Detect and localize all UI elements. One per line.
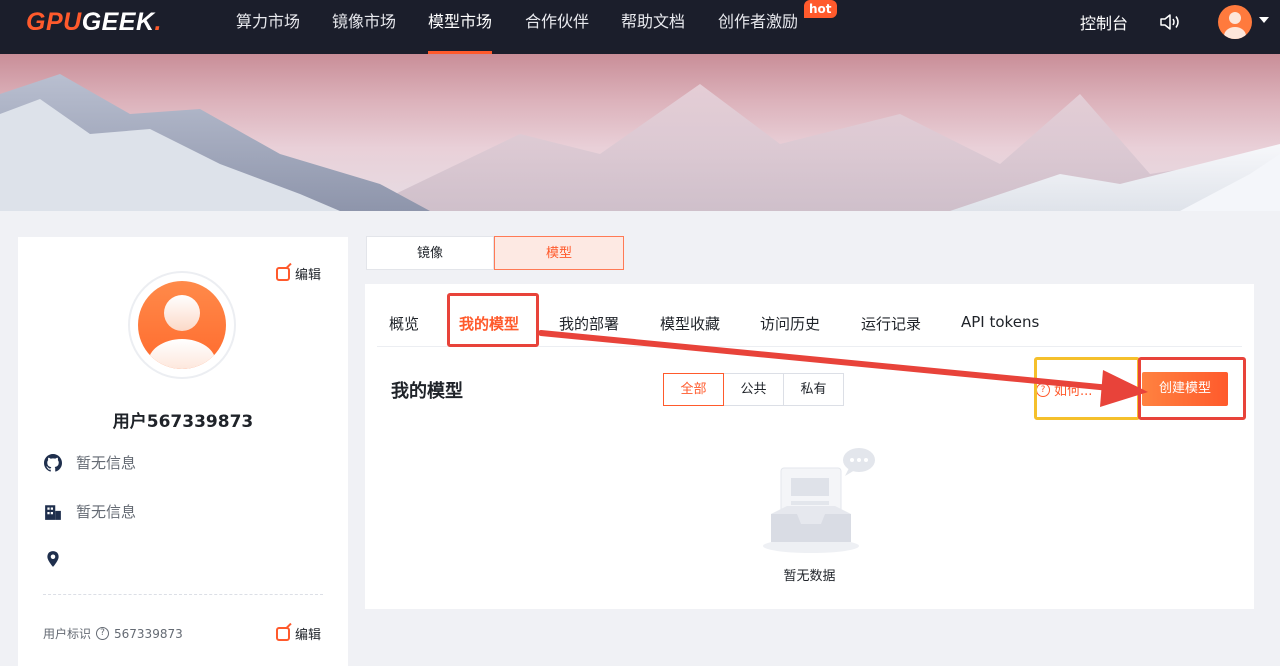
annotation-arrow-icon (538, 330, 1148, 407)
filter-all[interactable]: 全部 (663, 373, 724, 406)
